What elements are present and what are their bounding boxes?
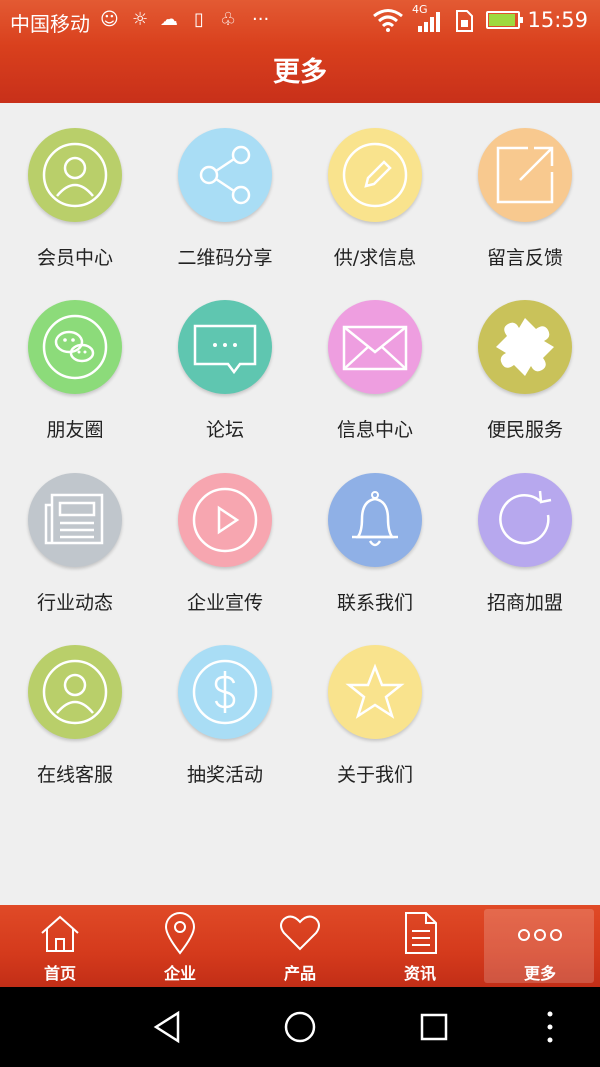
weibo-icon: ☺ — [100, 9, 119, 30]
menu-item-label: 朋友圈 — [46, 419, 104, 441]
menu-item-label: 信息中心 — [336, 419, 413, 441]
home-circle-icon[interactable] — [282, 1009, 318, 1045]
wifi-icon — [373, 9, 403, 32]
sim-icon: ▯ — [194, 9, 204, 30]
android-icon: ♧ — [220, 9, 237, 30]
home-icon — [41, 915, 79, 952]
menu-item-lottery[interactable]: 抽奖活动 — [150, 620, 300, 792]
bottom-tab-bar: 首页 企业 产品 资讯 更多 — [0, 905, 600, 987]
system-nav-bar — [0, 987, 600, 1067]
menu-item-label: 行业动态 — [36, 592, 113, 614]
recents-icon[interactable] — [416, 1009, 452, 1045]
menu-item-label: 二维码分享 — [177, 247, 273, 269]
tab-more[interactable]: 更多 — [480, 905, 600, 987]
menu-item-online-service[interactable]: 在线客服 — [0, 620, 150, 792]
newspaper-icon — [44, 493, 104, 545]
menu-item-franchise[interactable]: 招商加盟 — [450, 448, 600, 620]
dollar-icon — [192, 659, 258, 725]
menu-item-industry-news[interactable]: 行业动态 — [0, 448, 150, 620]
menu-item-promotion[interactable]: 企业宣传 — [150, 448, 300, 620]
mail-icon — [342, 325, 408, 371]
brightness-icon: ☼ — [132, 9, 149, 30]
carrier-label: 中国移动 — [10, 12, 90, 36]
menu-item-label: 留言反馈 — [486, 247, 563, 269]
weather-icon: ☁ — [160, 9, 178, 30]
signal-icon — [418, 12, 444, 32]
puzzle-icon — [496, 318, 554, 376]
menu-item-label: 会员中心 — [36, 247, 113, 269]
clock: 15:59 — [527, 8, 588, 32]
menu-item-label: 关于我们 — [336, 764, 413, 786]
menu-item-forum[interactable]: 论坛 — [150, 275, 300, 447]
menu-item-contact-us[interactable]: 联系我们 — [300, 448, 450, 620]
external-link-icon — [496, 146, 554, 204]
user-icon — [42, 142, 108, 208]
tab-label: 企业 — [163, 964, 196, 983]
sim-card-icon — [456, 10, 473, 32]
chat-bubble-icon — [193, 324, 257, 375]
tab-label: 首页 — [43, 964, 76, 983]
menu-item-label: 便民服务 — [486, 419, 563, 441]
star-icon — [345, 663, 405, 719]
menu-item-label: 论坛 — [205, 419, 244, 441]
menu-item-label: 抽奖活动 — [186, 764, 263, 786]
menu-item-feedback[interactable]: 留言反馈 — [450, 103, 600, 275]
more-dots-icon: ··· — [252, 9, 270, 30]
page-title: 更多 — [273, 57, 327, 88]
edit-icon — [342, 142, 408, 208]
battery-icon — [486, 11, 523, 29]
menu-dots-icon[interactable] — [532, 1009, 568, 1045]
tab-news[interactable]: 资讯 — [360, 905, 480, 987]
menu-item-supply-demand[interactable]: 供/求信息 — [300, 103, 450, 275]
menu-item-label: 企业宣传 — [186, 592, 263, 614]
menu-item-label: 招商加盟 — [486, 592, 563, 614]
menu-item-qrcode-share[interactable]: 二维码分享 — [150, 103, 300, 275]
status-bar: 中国移动 ☺ ☼ ☁ ▯ ♧ ··· 4G 15:59 — [0, 0, 600, 40]
user-icon — [42, 659, 108, 725]
menu-item-label: 联系我们 — [336, 592, 413, 614]
top-bar: 中国移动 ☺ ☼ ☁ ▯ ♧ ··· 4G 15:59 更多 — [0, 0, 600, 103]
menu-item-label: 供/求信息 — [333, 247, 417, 269]
tab-home[interactable]: 首页 — [0, 905, 120, 987]
tab-products[interactable]: 产品 — [240, 905, 360, 987]
menu-item-convenience[interactable]: 便民服务 — [450, 275, 600, 447]
tab-label: 资讯 — [403, 964, 436, 983]
heart-icon — [280, 915, 320, 951]
menu-item-message-center[interactable]: 信息中心 — [300, 275, 450, 447]
menu-item-member-center[interactable]: 会员中心 — [0, 103, 150, 275]
menu-item-label: 在线客服 — [36, 764, 113, 786]
menu-item-moments[interactable]: 朋友圈 — [0, 275, 150, 447]
tab-label: 产品 — [283, 964, 316, 983]
play-icon — [192, 487, 258, 553]
wechat-icon — [42, 314, 108, 380]
menu-item-about-us[interactable]: 关于我们 — [300, 620, 450, 792]
document-icon — [405, 912, 437, 954]
tab-label: 更多 — [523, 964, 556, 983]
bell-icon — [352, 491, 398, 547]
back-icon[interactable] — [150, 1009, 186, 1045]
location-pin-icon — [164, 912, 196, 955]
share-icon — [199, 145, 251, 205]
refresh-icon — [499, 490, 552, 545]
more-dots-icon — [518, 929, 562, 941]
tab-enterprise[interactable]: 企业 — [120, 905, 240, 987]
